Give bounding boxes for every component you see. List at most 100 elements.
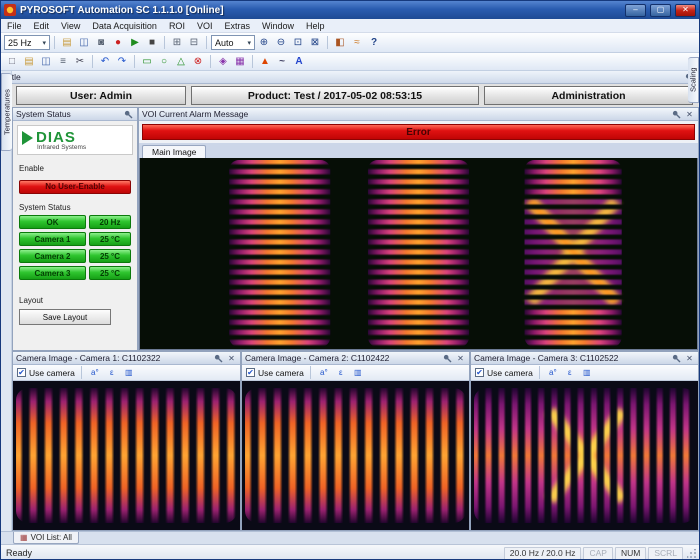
snapshot-icon[interactable]: ◙ — [93, 35, 109, 50]
undo-icon[interactable]: ↶ — [97, 54, 113, 69]
menu-item-edit[interactable]: Edit — [28, 21, 56, 31]
layout-split-icon[interactable]: ⊟ — [186, 35, 202, 50]
zoom-region-icon[interactable]: ⊠ — [307, 35, 323, 50]
camera-2-thermal-image[interactable] — [242, 381, 469, 530]
toolbar-separator — [252, 55, 253, 68]
menu-item-voi[interactable]: VOI — [191, 21, 219, 31]
new-file-icon[interactable]: □ — [4, 54, 20, 69]
use-camera-checkbox[interactable]: ✔ — [475, 368, 484, 377]
voi-table-icon[interactable]: ▦ — [232, 54, 248, 69]
voi-add-icon[interactable]: ◈ — [215, 54, 231, 69]
menu-item-window[interactable]: Window — [256, 21, 300, 31]
no-user-enable-button[interactable]: No User-Enable — [19, 180, 131, 194]
tab-voi-list[interactable]: ▦ VOI List: All — [13, 532, 79, 544]
tab-scaling[interactable]: Scaling — [688, 57, 699, 103]
application-window: PYROSOFT Automation SC 1.1.1.0 [Online] … — [0, 0, 700, 560]
toolbar-separator — [310, 366, 311, 379]
frequency-select[interactable]: 25 Hz ▾ — [4, 35, 50, 50]
cut-icon[interactable]: ✂ — [72, 54, 88, 69]
open-folder-icon[interactable]: ▤ — [59, 35, 75, 50]
help-icon[interactable]: ? — [366, 35, 382, 50]
camera-2-panel: Camera Image - Camera 2: C1102422 ✕ ✔ Us… — [241, 351, 470, 531]
use-camera-checkbox[interactable]: ✔ — [246, 368, 255, 377]
dias-logo-triangle-icon — [22, 131, 33, 145]
pin-icon[interactable] — [671, 109, 682, 120]
roi-rectangle-icon[interactable]: ▭ — [139, 54, 155, 69]
minimize-button[interactable]: – — [625, 4, 646, 17]
palette-small-icon[interactable]: ▥ — [580, 368, 594, 377]
zoom-mode-select[interactable]: Auto ▾ — [211, 35, 255, 50]
administration-button[interactable]: Administration — [484, 86, 693, 105]
layout-grid-icon[interactable]: ⊞ — [169, 35, 185, 50]
close-icon[interactable]: ✕ — [684, 109, 695, 120]
camera-1-toolbar: ✔ Use camera a° ε ▥ — [13, 365, 240, 381]
zoom-out-icon[interactable]: ⊖ — [273, 35, 289, 50]
camera-1-temperature: 25 °C — [89, 232, 131, 246]
menu-item-extras[interactable]: Extras — [218, 21, 256, 31]
text-format-icon[interactable]: A — [291, 54, 307, 69]
pin-icon[interactable] — [213, 353, 224, 364]
zoom-fit-icon[interactable]: ⊡ — [290, 35, 306, 50]
close-icon[interactable]: ✕ — [684, 353, 695, 364]
toolbar-separator — [327, 36, 328, 49]
play-icon[interactable]: ▶ — [127, 35, 143, 50]
emissivity-icon[interactable]: ε — [334, 368, 348, 377]
save-icon[interactable]: ◫ — [76, 35, 92, 50]
system-status-panel: System Status DIAS Infrared Systems Enab… — [12, 107, 138, 351]
tab-temperatures[interactable]: Temperatures — [1, 73, 12, 151]
menu-item-view[interactable]: View — [55, 21, 86, 31]
chevron-down-icon: ▾ — [42, 39, 46, 47]
palette-icon[interactable]: ◧ — [332, 35, 348, 50]
emissivity-icon[interactable]: ε — [105, 368, 119, 377]
camera-2-panel-title: Camera Image - Camera 2: C1102422 — [245, 353, 389, 363]
zoom-mode-value: Auto — [215, 38, 243, 48]
record-icon[interactable]: ● — [110, 35, 126, 50]
menu-item-data-acquisition[interactable]: Data Acquisition — [86, 21, 163, 31]
pin-icon[interactable] — [442, 353, 453, 364]
toolbar-separator — [54, 36, 55, 49]
camera-3-indicator: Camera 3 — [19, 266, 86, 280]
resize-grip[interactable] — [685, 547, 697, 559]
camera-1-thermal-image[interactable] — [13, 381, 240, 530]
product-button[interactable]: Product: Test / 2017-05-02 08:53:15 — [191, 86, 479, 105]
main-thermal-image[interactable] — [139, 158, 698, 350]
menu-item-roi[interactable]: ROI — [163, 21, 191, 31]
use-camera-checkbox[interactable]: ✔ — [17, 368, 26, 377]
roi-ellipse-icon[interactable]: ○ — [156, 54, 172, 69]
isotherm-icon[interactable]: ≈ — [349, 35, 365, 50]
roi-delete-icon[interactable]: ⊗ — [190, 54, 206, 69]
close-icon[interactable]: ✕ — [455, 353, 466, 364]
palette-small-icon[interactable]: ▥ — [122, 368, 136, 377]
chart-icon[interactable]: ~ — [274, 54, 290, 69]
save-layout-button[interactable]: Save Layout — [19, 309, 111, 325]
menu-item-help[interactable]: Help — [300, 21, 331, 31]
emissivity-icon[interactable]: ε — [563, 368, 577, 377]
print-icon[interactable]: ≡ — [55, 54, 71, 69]
zoom-in-icon[interactable]: ⊕ — [256, 35, 272, 50]
menu-item-file[interactable]: File — [1, 21, 28, 31]
stop-icon[interactable]: ■ — [144, 35, 160, 50]
toolbar-separator — [134, 55, 135, 68]
pin-icon[interactable] — [123, 109, 134, 120]
temperature-range-icon[interactable]: a° — [88, 368, 102, 377]
palette-small-icon[interactable]: ▥ — [351, 368, 365, 377]
pin-icon[interactable] — [671, 353, 682, 364]
camera-3-panel-header: Camera Image - Camera 3: C1102522 ✕ — [471, 352, 698, 365]
user-button[interactable]: User: Admin — [16, 86, 186, 105]
tab-main-image[interactable]: Main Image — [142, 145, 206, 158]
alarm-panel-title: VOI Current Alarm Message — [142, 109, 248, 119]
save-icon[interactable]: ◫ — [38, 54, 54, 69]
close-button[interactable]: ✕ — [675, 4, 696, 17]
open-folder-icon[interactable]: ▤ — [21, 54, 37, 69]
alarm-icon[interactable]: ▲ — [257, 54, 273, 69]
roi-polygon-icon[interactable]: △ — [173, 54, 189, 69]
voi-list-strip: ▦ VOI List: All — [1, 531, 699, 544]
maximize-button[interactable]: ▢ — [650, 4, 671, 17]
close-icon[interactable]: ✕ — [226, 353, 237, 364]
camera-3-thermal-image[interactable] — [471, 381, 698, 530]
temperature-range-icon[interactable]: a° — [317, 368, 331, 377]
camera-2-temperature: 25 °C — [89, 249, 131, 263]
temperature-range-icon[interactable]: a° — [546, 368, 560, 377]
redo-icon[interactable]: ↷ — [114, 54, 130, 69]
voi-list-grid-icon: ▦ — [20, 533, 28, 542]
